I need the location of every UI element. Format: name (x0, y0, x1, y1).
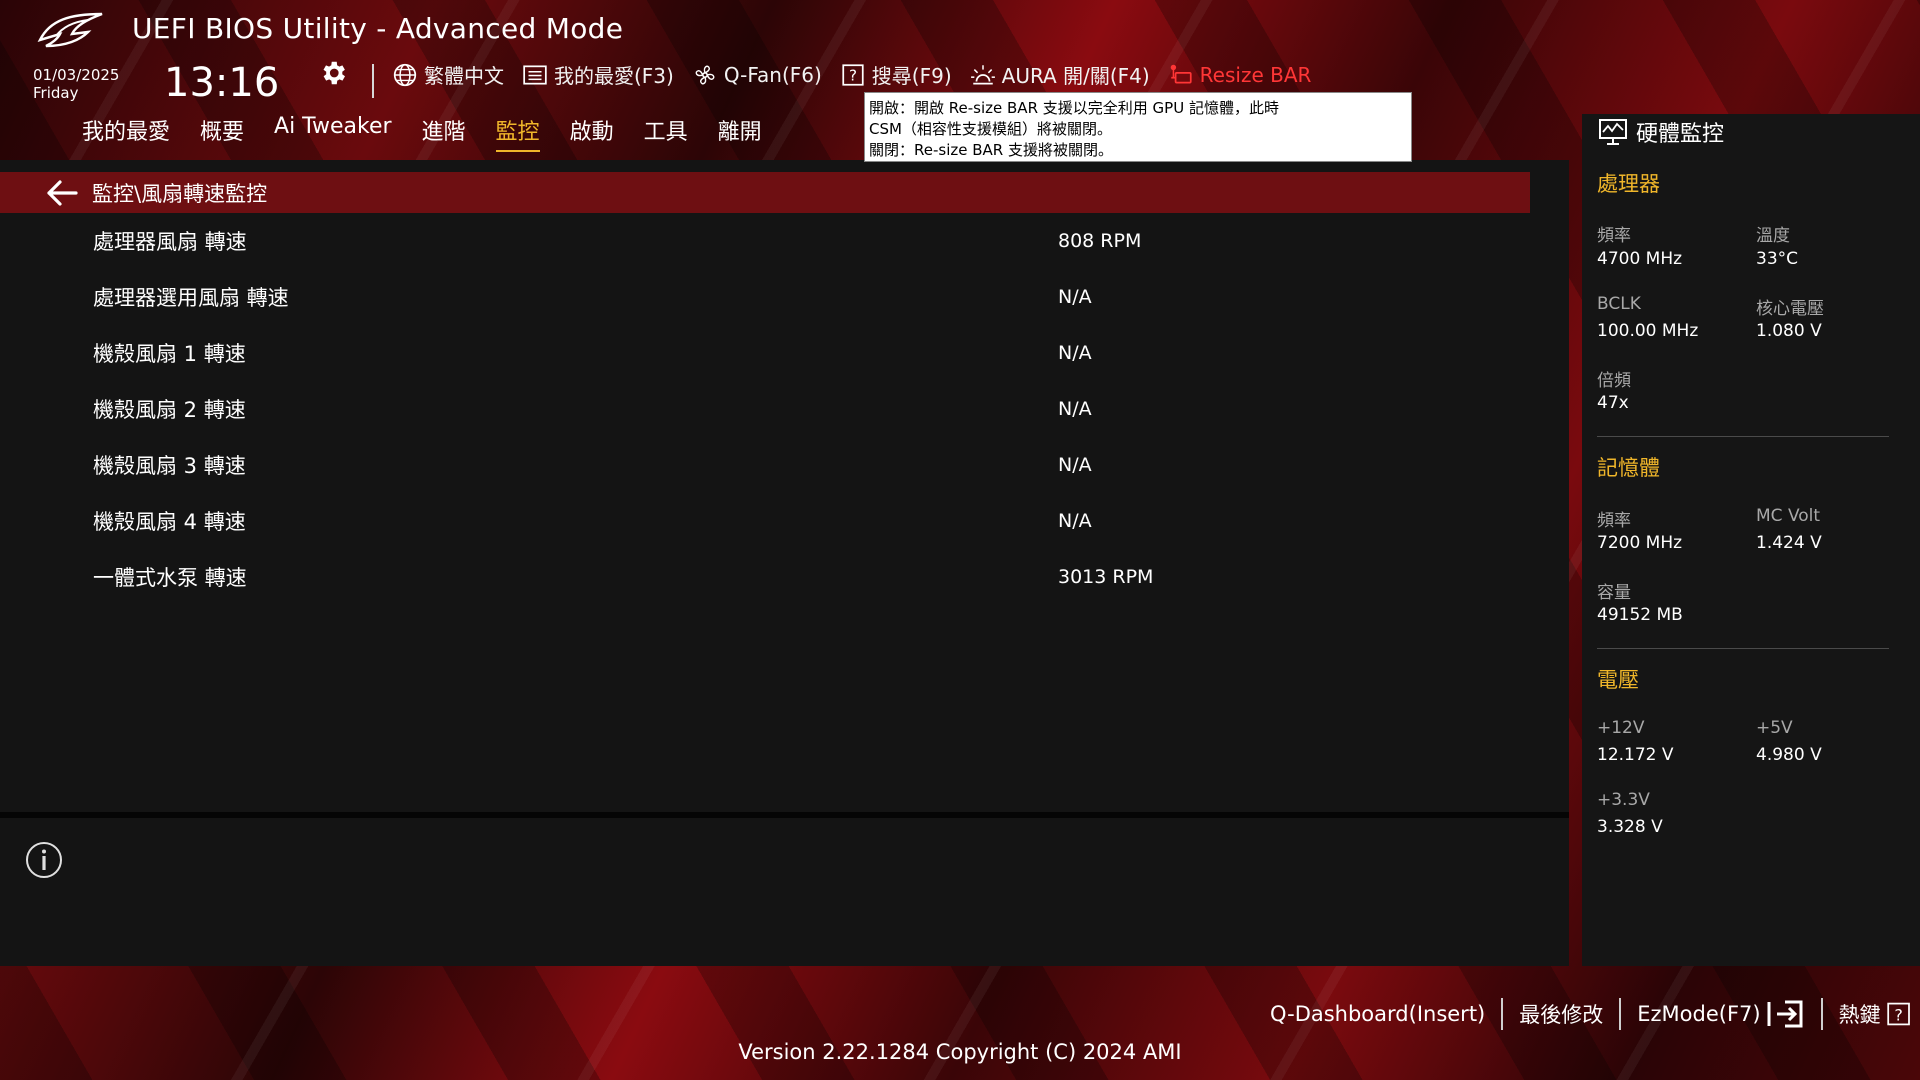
section-divider (1597, 436, 1889, 437)
memory-heading: 記憶體 (1597, 456, 1660, 480)
exit-arrow-icon (1767, 1000, 1803, 1028)
mem-freq-label: 頻率 (1597, 511, 1631, 531)
mem-freq-value: 7200 MHz (1597, 533, 1683, 553)
tooltip-line: 關閉：Re-size BAR 支援將被關閉。 (869, 141, 1113, 159)
version-text: Version 2.22.1284 Copyright (C) 2024 AMI (738, 1040, 1182, 1064)
voltage-heading: 電壓 (1597, 668, 1639, 692)
cpu-freq-label: 頻率 (1597, 226, 1631, 246)
bclk-value: 100.00 MHz (1597, 321, 1699, 341)
mc-volt-label: MC Volt (1756, 506, 1821, 526)
vcore-value: 1.080 V (1756, 321, 1822, 341)
cpu-freq-value: 4700 MHz (1597, 249, 1683, 269)
section-divider (1597, 648, 1889, 649)
hw-monitor-values: 處理器 頻率 4700 MHz 溫度 33°C BCLK 100.00 MHz … (0, 0, 1920, 1080)
ratio-value: 47x (1597, 393, 1629, 413)
hotkeys-button[interactable]: 熱鍵 ? (1823, 998, 1920, 1030)
cpu-temp-label: 溫度 (1756, 226, 1790, 246)
v33-label: +3.3V (1597, 790, 1650, 810)
v12-value: 12.172 V (1597, 745, 1674, 765)
cpu-heading: 處理器 (1597, 172, 1660, 196)
q-dashboard-button[interactable]: Q-Dashboard(Insert) (1254, 1002, 1501, 1026)
ezmode-button[interactable]: EzMode(F7) (1621, 998, 1820, 1030)
last-modified-button[interactable]: 最後修改 (1503, 999, 1619, 1029)
ratio-label: 倍頻 (1597, 371, 1631, 391)
hotkeys-label: 熱鍵 (1838, 1003, 1881, 1027)
v12-label: +12V (1597, 718, 1645, 738)
v33-value: 3.328 V (1597, 817, 1663, 837)
tooltip-line: 開啟：開啟 Re-size BAR 支援以完全利用 GPU 記憶體，此時 (869, 99, 1279, 117)
question-box-icon: ? (1886, 1002, 1910, 1026)
vcore-label: 核心電壓 (1756, 299, 1824, 319)
resize-bar-tooltip: 開啟：開啟 Re-size BAR 支援以完全利用 GPU 記憶體，此時 CSM… (864, 92, 1412, 162)
svg-text:?: ? (1894, 1005, 1903, 1024)
footer-actions: Q-Dashboard(Insert) 最後修改 EzMode(F7) 熱鍵 ? (1254, 998, 1920, 1030)
cpu-temp-value: 33°C (1756, 249, 1799, 269)
q-dashboard-label: Q-Dashboard(Insert) (1270, 1002, 1486, 1026)
mem-cap-label: 容量 (1597, 583, 1631, 603)
v5-label: +5V (1756, 718, 1793, 738)
mem-cap-value: 49152 MB (1597, 605, 1683, 625)
bclk-label: BCLK (1597, 294, 1641, 314)
last-modified-label: 最後修改 (1519, 1003, 1604, 1027)
mc-volt-value: 1.424 V (1756, 533, 1822, 553)
v5-value: 4.980 V (1756, 745, 1822, 765)
tooltip-line: CSM（相容性支援模組）將被關閉。 (869, 120, 1112, 138)
ezmode-label: EzMode(F7) (1637, 1002, 1761, 1026)
